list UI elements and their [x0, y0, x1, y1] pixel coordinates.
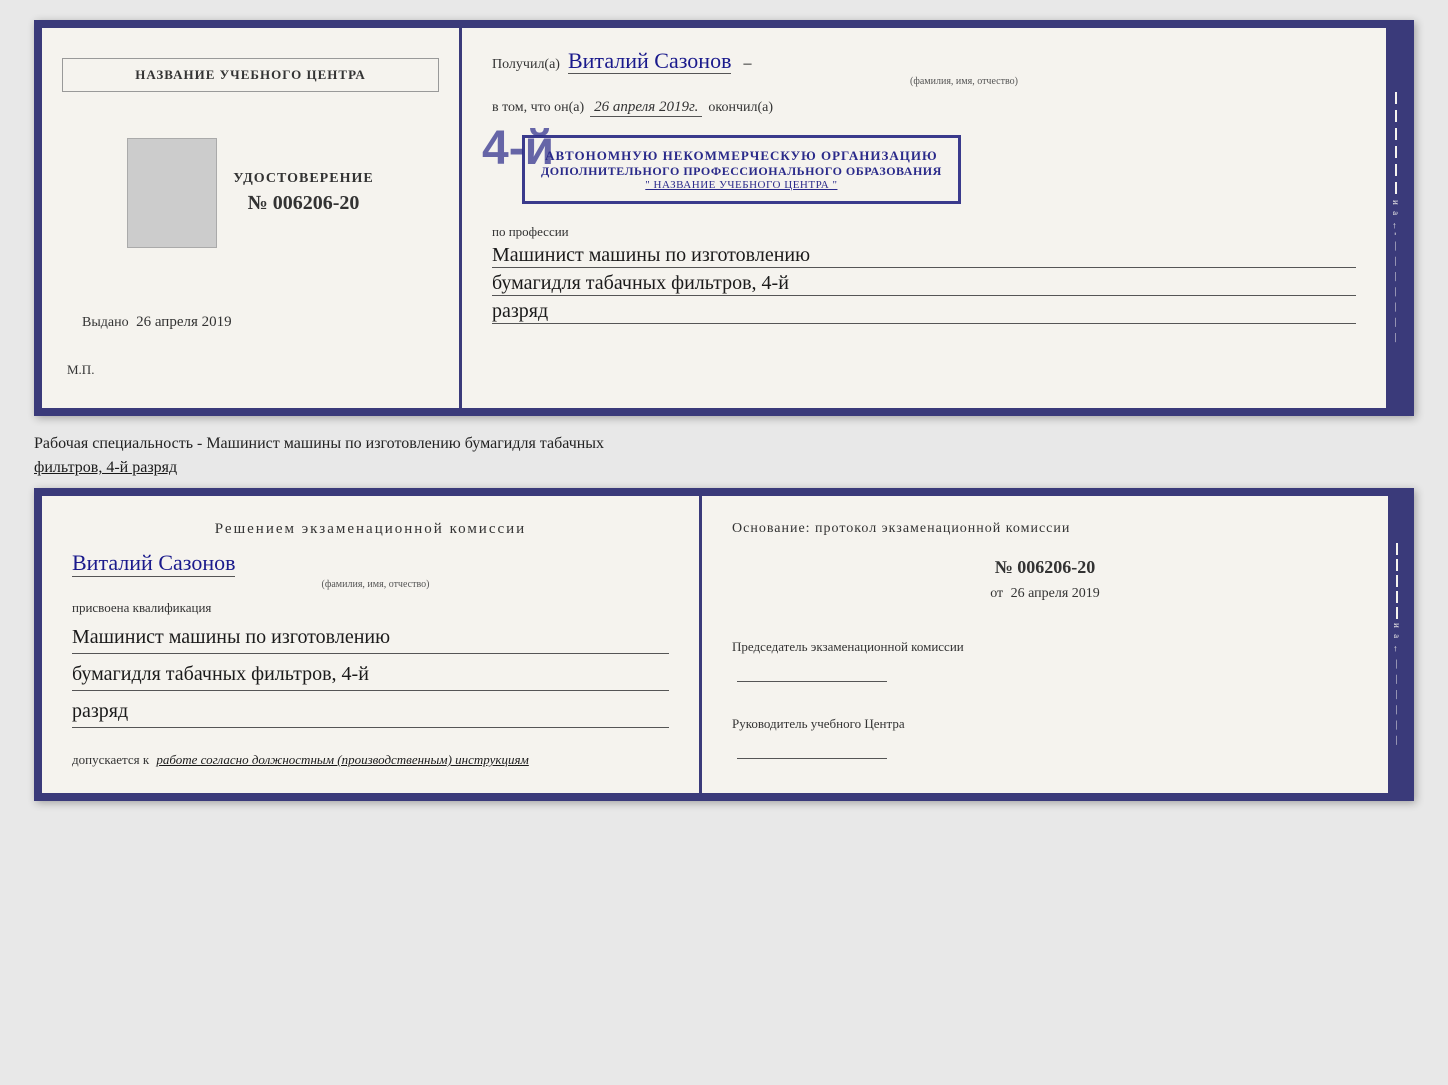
- spine-dash: [1395, 182, 1397, 194]
- vtom-prefix: в том, что он(а): [492, 100, 584, 116]
- ot-prefix: от: [990, 586, 1003, 601]
- spine-dash: [1396, 559, 1398, 571]
- spine-dash: [1396, 575, 1398, 587]
- vydano-label: Выдано: [82, 315, 129, 330]
- diploma-left-panel: НАЗВАНИЕ УЧЕБНОГО ЦЕНТРА УДОСТОВЕРЕНИЕ №…: [42, 28, 462, 408]
- udostoverenie-block: УДОСТОВЕРЕНИЕ № 006206-20: [127, 128, 373, 258]
- udostoverenie-number: № 006206-20: [233, 192, 373, 215]
- osnovanie-text: Основание: протокол экзаменационной коми…: [732, 521, 1358, 537]
- photo-placeholder: [127, 138, 217, 248]
- spine-dash: [1395, 164, 1397, 176]
- stamp-number-overlay: 4-й: [482, 121, 554, 176]
- dash-after-name: –: [743, 55, 751, 72]
- specialty-suffix: фильтров, 4-й разряд: [34, 459, 177, 476]
- qualification-line2: бумагидля табачных фильтров, 4-й: [72, 658, 669, 691]
- qualification-line1: Машинист машины по изготовлению: [72, 621, 669, 654]
- ot-date-block: от 26 апреля 2019: [732, 586, 1358, 602]
- certificate-bottom: Решением экзаменационной комиссии Витали…: [34, 488, 1414, 801]
- spine-text: и а ←- — — — — — — —: [1391, 200, 1401, 344]
- spine-dash: [1395, 146, 1397, 158]
- bottom-left-panel: Решением экзаменационной комиссии Витали…: [42, 496, 702, 793]
- spine-dash: [1395, 92, 1397, 104]
- po-professii-label: по профессии: [492, 224, 1356, 240]
- center-name-label: НАЗВАНИЕ УЧЕБНОГО ЦЕНТРА: [62, 58, 439, 92]
- spine-dash: [1396, 543, 1398, 555]
- profession-line1: Машинист машины по изготовлению: [492, 244, 1356, 268]
- vtom-block: в том, что он(а) 26 апреля 2019г. окончи…: [492, 99, 1356, 117]
- reshenie-title: Решением экзаменационной комиссии: [72, 521, 669, 538]
- stamp-line2: ДОПОЛНИТЕЛЬНОГО ПРОФЕССИОНАЛЬНОГО ОБРАЗО…: [541, 164, 942, 179]
- okonchill-text: окончил(а): [708, 100, 773, 116]
- spine-dash: [1396, 607, 1398, 619]
- poluchil-block: Получил(а) Виталий Сазонов – (фамилия, и…: [492, 48, 1356, 87]
- dopuskaetsya-text: работе согласно должностным (производств…: [156, 752, 528, 767]
- protocol-number: № 006206-20: [732, 557, 1358, 578]
- diploma-top: НАЗВАНИЕ УЧЕБНОГО ЦЕНТРА УДОСТОВЕРЕНИЕ №…: [34, 20, 1414, 416]
- poluchil-prefix: Получил(а): [492, 57, 560, 72]
- udostoverenie-title: УДОСТОВЕРЕНИЕ: [233, 171, 373, 187]
- rukovoditel-title: Руководитель учебного Центра: [732, 714, 1358, 735]
- diploma-right-panel: Получил(а) Виталий Сазонов – (фамилия, и…: [462, 28, 1386, 408]
- bottom-recipient-name: Виталий Сазонов: [72, 550, 235, 577]
- bottom-fio-label: (фамилия, имя, отчество): [82, 579, 669, 590]
- right-spine-decoration: и а ←- — — — — — — —: [1386, 28, 1406, 408]
- stamp-line1: АВТОНОМНУЮ НЕКОММЕРЧЕСКУЮ ОРГАНИЗАЦИЮ: [541, 148, 942, 164]
- profession-line3: разряд: [492, 300, 1356, 324]
- predsedatel-signature-line: [737, 681, 887, 682]
- specialty-line: Рабочая специальность - Машинист машины …: [34, 432, 1414, 480]
- predsedatel-block: Председатель экзаменационной комиссии: [732, 637, 1358, 689]
- bottom-right-spine: и а ← — — — — — —: [1388, 496, 1406, 793]
- qualification-line3: разряд: [72, 695, 669, 728]
- prisvoena-text: присвоена квалификация: [72, 600, 669, 616]
- spine-dash: [1396, 591, 1398, 603]
- dopuskaetsya-block: допускается к работе согласно должностны…: [72, 752, 669, 768]
- spine-dash: [1395, 128, 1397, 140]
- stamp-block: АВТОНОМНУЮ НЕКОММЕРЧЕСКУЮ ОРГАНИЗАЦИЮ ДО…: [522, 135, 961, 204]
- vydano-line: Выдано 26 апреля 2019: [72, 314, 439, 331]
- bottom-spine-text: и а ← — — — — — —: [1392, 623, 1402, 747]
- rukovoditel-block: Руководитель учебного Центра: [732, 714, 1358, 766]
- graduation-date: 26 апреля 2019г.: [590, 99, 702, 117]
- mp-label: М.П.: [62, 362, 94, 378]
- spine-dash: [1395, 110, 1397, 122]
- bottom-name-block: Виталий Сазонов (фамилия, имя, отчество): [72, 550, 669, 590]
- recipient-name: Виталий Сазонов: [568, 48, 731, 74]
- fio-label-top: (фамилия, имя, отчество): [572, 76, 1356, 87]
- stamp-line3: " НАЗВАНИЕ УЧЕБНОГО ЦЕНТРА ": [541, 179, 942, 191]
- predsedatel-title: Председатель экзаменационной комиссии: [732, 637, 1358, 658]
- dopuskaetsya-prefix: допускается к: [72, 752, 149, 767]
- profession-line2: бумагидля табачных фильтров, 4-й: [492, 272, 1356, 296]
- rukovoditel-signature-line: [737, 758, 887, 759]
- bottom-right-panel: Основание: протокол экзаменационной коми…: [702, 496, 1388, 793]
- ot-date-value: 26 апреля 2019: [1011, 586, 1100, 601]
- vydano-date: 26 апреля 2019: [136, 314, 232, 330]
- specialty-prefix: Рабочая специальность - Машинист машины …: [34, 435, 604, 452]
